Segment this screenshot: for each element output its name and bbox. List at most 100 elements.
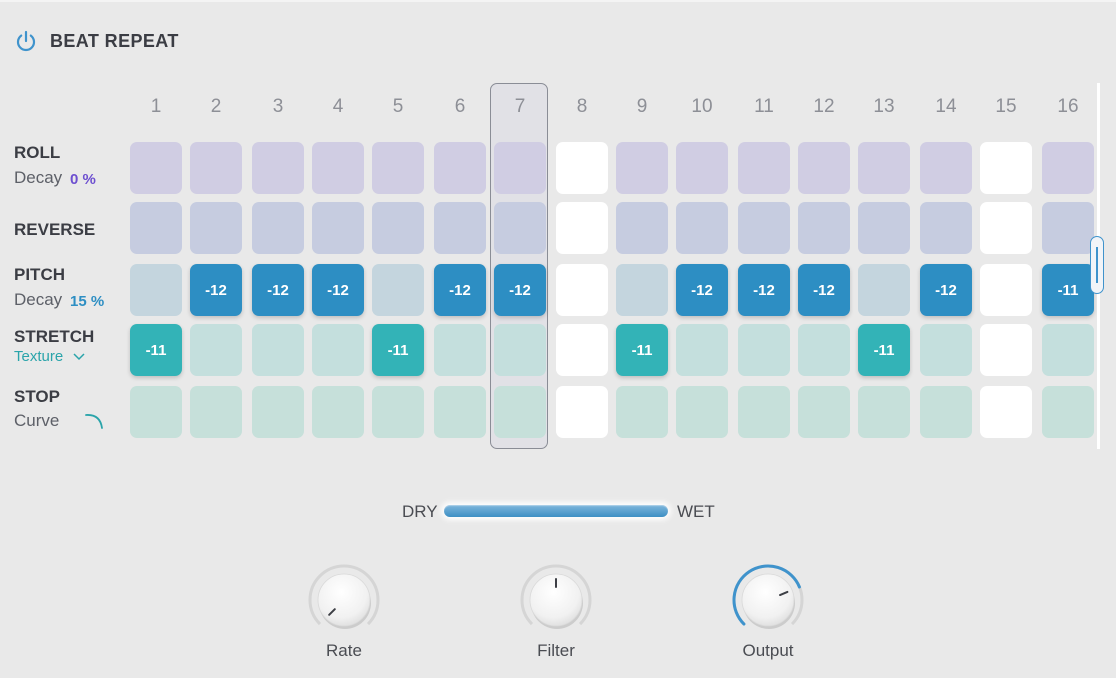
roll-step-11[interactable]: [738, 142, 790, 194]
stretch-step-4[interactable]: [312, 324, 364, 376]
pitch-step-15[interactable]: [980, 264, 1032, 316]
reverse-step-1[interactable]: [130, 202, 182, 254]
roll-step-9[interactable]: [616, 142, 668, 194]
reverse-step-7[interactable]: [494, 202, 546, 254]
stretch-step-9[interactable]: -11: [616, 324, 668, 376]
output-knob-label: Output: [742, 641, 794, 660]
roll-step-8[interactable]: [556, 142, 608, 194]
header: BEAT REPEAT: [14, 28, 179, 54]
roll-step-10[interactable]: [676, 142, 728, 194]
stop-step-7[interactable]: [494, 386, 546, 438]
stretch-step-5[interactable]: -11: [372, 324, 424, 376]
pitch-step-6[interactable]: -12: [434, 264, 486, 316]
roll-step-6[interactable]: [434, 142, 486, 194]
stop-step-14[interactable]: [920, 386, 972, 438]
stretch-step-7[interactable]: [494, 324, 546, 376]
wet-label: WET: [677, 502, 715, 521]
roll-step-12[interactable]: [798, 142, 850, 194]
pitch-step-5[interactable]: [372, 264, 424, 316]
reverse-step-14[interactable]: [920, 202, 972, 254]
stretch-step-12[interactable]: [798, 324, 850, 376]
pitch-step-1[interactable]: [130, 264, 182, 316]
pitch-step-2[interactable]: -12: [190, 264, 242, 316]
roll-step-1[interactable]: [130, 142, 182, 194]
reverse-step-8[interactable]: [556, 202, 608, 254]
pitch-step-9[interactable]: [616, 264, 668, 316]
stop-step-10[interactable]: [676, 386, 728, 438]
stop-step-2[interactable]: [190, 386, 242, 438]
step-number-10: 10: [691, 96, 713, 117]
stretch-step-8[interactable]: [556, 324, 608, 376]
pitch-decay-value[interactable]: 15 %: [70, 293, 104, 310]
reverse-step-12[interactable]: [798, 202, 850, 254]
output-knob[interactable]: [728, 560, 808, 640]
reverse-step-5[interactable]: [372, 202, 424, 254]
reverse-step-2[interactable]: [190, 202, 242, 254]
stretch-step-6[interactable]: [434, 324, 486, 376]
stop-step-3[interactable]: [252, 386, 304, 438]
roll-step-5[interactable]: [372, 142, 424, 194]
stretch-step-16[interactable]: [1042, 324, 1094, 376]
stretch-step-11[interactable]: [738, 324, 790, 376]
step-value: -12: [691, 281, 713, 299]
stretch-step-13[interactable]: -11: [858, 324, 910, 376]
stretch-step-1[interactable]: -11: [130, 324, 182, 376]
reverse-step-15[interactable]: [980, 202, 1032, 254]
stretch-step-3[interactable]: [252, 324, 304, 376]
stretch-step-14[interactable]: [920, 324, 972, 376]
roll-step-15[interactable]: [980, 142, 1032, 194]
roll-step-7[interactable]: [494, 142, 546, 194]
stop-step-13[interactable]: [858, 386, 910, 438]
stop-step-16[interactable]: [1042, 386, 1094, 438]
texture-dropdown[interactable]: Texture: [14, 348, 85, 365]
pitch-step-3[interactable]: -12: [252, 264, 304, 316]
stop-step-6[interactable]: [434, 386, 486, 438]
stretch-step-15[interactable]: [980, 324, 1032, 376]
pitch-step-13[interactable]: [858, 264, 910, 316]
stop-step-9[interactable]: [616, 386, 668, 438]
reverse-step-3[interactable]: [252, 202, 304, 254]
roll-decay-value[interactable]: 0 %: [70, 171, 96, 188]
reverse-step-4[interactable]: [312, 202, 364, 254]
stop-step-11[interactable]: [738, 386, 790, 438]
pitch-step-4[interactable]: -12: [312, 264, 364, 316]
roll-step-4[interactable]: [312, 142, 364, 194]
pitch-step-12[interactable]: -12: [798, 264, 850, 316]
stop-step-5[interactable]: [372, 386, 424, 438]
step-number-12: 12: [813, 96, 835, 117]
step-number-1: 1: [150, 96, 162, 117]
reverse-step-13[interactable]: [858, 202, 910, 254]
roll-step-13[interactable]: [858, 142, 910, 194]
reverse-step-9[interactable]: [616, 202, 668, 254]
step-number-6: 6: [454, 96, 466, 117]
reverse-step-6[interactable]: [434, 202, 486, 254]
pitch-step-7[interactable]: -12: [494, 264, 546, 316]
pitch-step-14[interactable]: -12: [920, 264, 972, 316]
stop-step-1[interactable]: [130, 386, 182, 438]
pitch-step-8[interactable]: [556, 264, 608, 316]
rate-knob[interactable]: [304, 560, 384, 640]
roll-step-2[interactable]: [190, 142, 242, 194]
roll-step-16[interactable]: [1042, 142, 1094, 194]
roll-step-3[interactable]: [252, 142, 304, 194]
pitch-step-11[interactable]: -12: [738, 264, 790, 316]
stretch-step-2[interactable]: [190, 324, 242, 376]
filter-knob[interactable]: [516, 560, 596, 640]
scrollbar-thumb[interactable]: [1090, 236, 1104, 294]
stretch-step-10[interactable]: [676, 324, 728, 376]
step-number-3: 3: [272, 96, 284, 117]
stop-step-12[interactable]: [798, 386, 850, 438]
pitch-step-10[interactable]: -12: [676, 264, 728, 316]
reverse-step-16[interactable]: [1042, 202, 1094, 254]
power-icon[interactable]: [14, 29, 38, 53]
dry-wet-slider[interactable]: [444, 505, 668, 517]
pitch-step-16[interactable]: -11: [1042, 264, 1094, 316]
stop-step-15[interactable]: [980, 386, 1032, 438]
curve-icon[interactable]: [82, 410, 106, 432]
step-number-4: 4: [332, 96, 344, 117]
reverse-step-10[interactable]: [676, 202, 728, 254]
reverse-step-11[interactable]: [738, 202, 790, 254]
stop-step-4[interactable]: [312, 386, 364, 438]
roll-step-14[interactable]: [920, 142, 972, 194]
stop-step-8[interactable]: [556, 386, 608, 438]
